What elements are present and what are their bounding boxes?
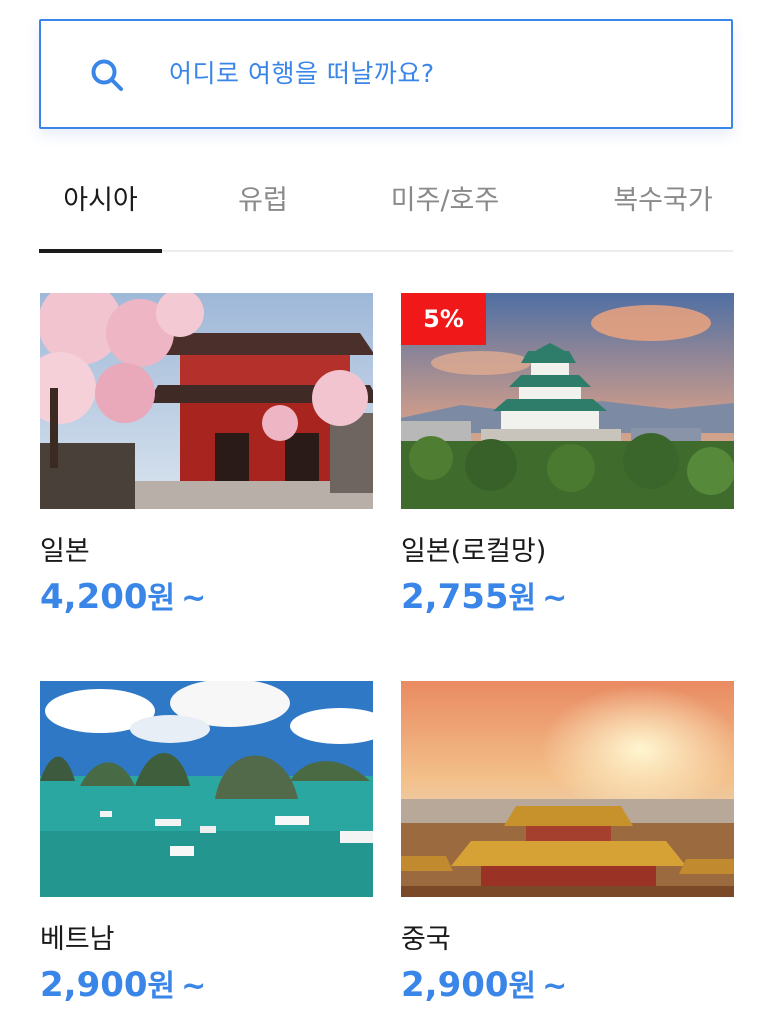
japan-castle-image: 5%	[401, 293, 734, 509]
product-card-japan[interactable]: 일본 4,200원 ~	[40, 293, 373, 623]
price-unit: 원	[508, 969, 537, 1004]
tab-americas-oceania[interactable]: 미주/호주	[375, 170, 515, 232]
price-suffix: ~	[542, 581, 568, 616]
product-card-china[interactable]: 중국 2,900원 ~	[401, 681, 734, 1011]
price-unit: 원	[147, 581, 176, 616]
tab-europe[interactable]: 유럽	[203, 170, 323, 232]
price-suffix: ~	[181, 581, 207, 616]
card-title: 베트남	[40, 924, 115, 955]
card-price: 2,755원 ~	[401, 573, 567, 617]
japan-temple-image	[40, 293, 373, 509]
search-bar[interactable]: 어디로 여행을 떠날까요?	[39, 19, 733, 129]
discount-badge: 5%	[401, 293, 486, 345]
price-unit: 원	[147, 969, 176, 1004]
price-value: 2,900	[401, 965, 509, 1005]
price-unit: 원	[508, 581, 537, 616]
card-price: 2,900원 ~	[401, 961, 567, 1005]
region-tabs: 아시아 유럽 미주/호주 복수국가	[39, 170, 733, 254]
price-value: 4,200	[40, 577, 148, 617]
card-price: 2,900원 ~	[40, 961, 206, 1005]
card-title: 중국	[401, 924, 451, 955]
tab-multi-country[interactable]: 복수국가	[593, 170, 733, 232]
price-value: 2,755	[401, 577, 509, 617]
china-palace-image	[401, 681, 734, 897]
search-placeholder[interactable]: 어디로 여행을 떠날까요?	[169, 21, 435, 127]
active-tab-indicator	[39, 249, 162, 253]
card-price: 4,200원 ~	[40, 573, 206, 617]
tab-asia[interactable]: 아시아	[39, 170, 162, 232]
vietnam-bay-image	[40, 681, 373, 897]
search-icon	[91, 59, 123, 91]
price-suffix: ~	[542, 969, 568, 1004]
product-card-vietnam[interactable]: 베트남 2,900원 ~	[40, 681, 373, 1011]
card-title: 일본(로컬망)	[401, 536, 547, 567]
product-card-japan-local[interactable]: 5% 일본(로컬망) 2,755원 ~	[401, 293, 734, 623]
card-title: 일본	[40, 536, 90, 567]
price-value: 2,900	[40, 965, 148, 1005]
price-suffix: ~	[181, 969, 207, 1004]
